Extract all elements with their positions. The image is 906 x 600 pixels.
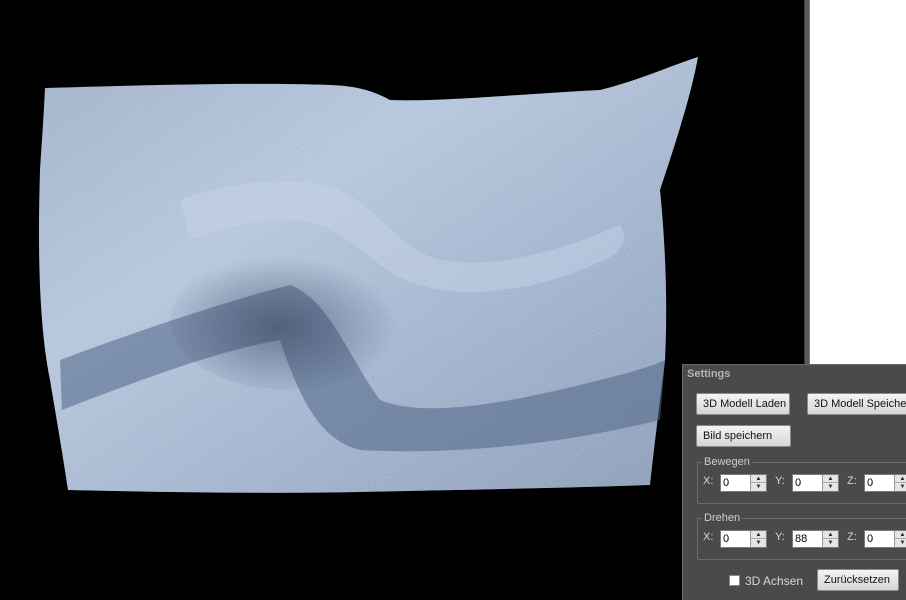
move-y-label: Y: xyxy=(775,475,785,487)
triangle-down-icon[interactable]: ▼ xyxy=(823,483,838,491)
move-y-spinner[interactable]: ▲ ▼ xyxy=(792,474,839,492)
rotate-z-input[interactable] xyxy=(865,531,895,547)
triangle-down-icon[interactable]: ▼ xyxy=(751,539,766,547)
axes-checkbox-label[interactable]: 3D Achsen xyxy=(745,574,803,588)
move-x-spinner[interactable]: ▲ ▼ xyxy=(720,474,767,492)
triangle-up-icon[interactable]: ▲ xyxy=(751,531,766,539)
rotate-z-spinner[interactable]: ▲ ▼ xyxy=(864,530,906,548)
move-x-spin-buttons[interactable]: ▲ ▼ xyxy=(750,475,766,491)
rotate-x-spin-buttons[interactable]: ▲ ▼ xyxy=(750,531,766,547)
rotate-y-label: Y: xyxy=(775,531,785,543)
rotate-y-input[interactable] xyxy=(793,531,823,547)
save-image-button[interactable]: Bild speichern xyxy=(696,425,791,447)
rotate-group-label: Drehen xyxy=(704,512,741,524)
move-z-input[interactable] xyxy=(865,475,895,491)
triangle-down-icon[interactable]: ▼ xyxy=(895,539,906,547)
move-z-spin-buttons[interactable]: ▲ ▼ xyxy=(894,475,906,491)
move-y-spin-buttons[interactable]: ▲ ▼ xyxy=(822,475,838,491)
rotate-x-label: X: xyxy=(703,531,714,543)
settings-title: Settings xyxy=(687,368,731,380)
load-model-button[interactable]: 3D Modell Laden xyxy=(696,393,790,415)
move-y-input[interactable] xyxy=(793,475,823,491)
move-x-input[interactable] xyxy=(721,475,751,491)
triangle-down-icon[interactable]: ▼ xyxy=(823,539,838,547)
triangle-up-icon[interactable]: ▲ xyxy=(895,475,906,483)
triangle-up-icon[interactable]: ▲ xyxy=(751,475,766,483)
axes-checkbox[interactable] xyxy=(729,575,740,586)
triangle-up-icon[interactable]: ▲ xyxy=(823,475,838,483)
triangle-down-icon[interactable]: ▼ xyxy=(751,483,766,491)
triangle-down-icon[interactable]: ▼ xyxy=(895,483,906,491)
rotate-x-input[interactable] xyxy=(721,531,751,547)
move-group-label: Bewegen xyxy=(704,456,750,468)
move-z-spinner[interactable]: ▲ ▼ xyxy=(864,474,906,492)
rotate-y-spinner[interactable]: ▲ ▼ xyxy=(792,530,839,548)
settings-panel: Settings 3D Modell Laden 3D Modell Speic… xyxy=(682,364,906,600)
triangle-up-icon[interactable]: ▲ xyxy=(895,531,906,539)
side-panel-area xyxy=(810,0,906,364)
rotate-z-label: Z: xyxy=(847,531,857,543)
rotate-x-spinner[interactable]: ▲ ▼ xyxy=(720,530,767,548)
rotate-y-spin-buttons[interactable]: ▲ ▼ xyxy=(822,531,838,547)
reset-button[interactable]: Zurücksetzen xyxy=(817,569,899,591)
move-x-label: X: xyxy=(703,475,714,487)
rotate-z-spin-buttons[interactable]: ▲ ▼ xyxy=(894,531,906,547)
move-z-label: Z: xyxy=(847,475,857,487)
triangle-up-icon[interactable]: ▲ xyxy=(823,531,838,539)
save-model-button[interactable]: 3D Modell Speichern xyxy=(807,393,906,415)
